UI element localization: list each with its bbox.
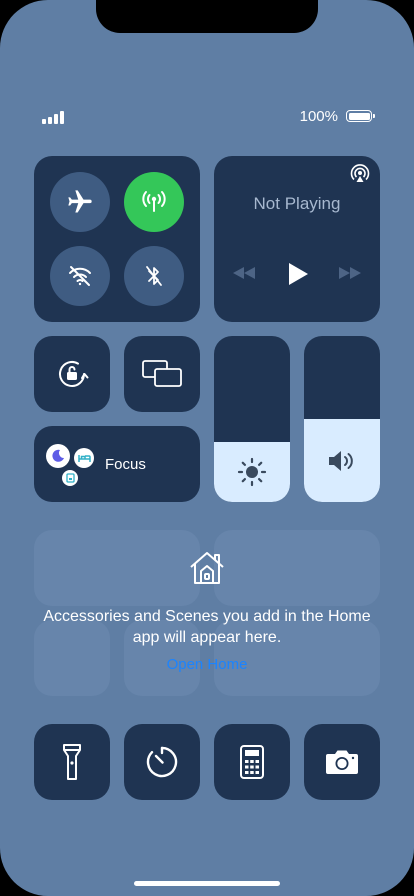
flashlight-icon <box>63 744 81 780</box>
rewind-icon[interactable] <box>232 266 256 280</box>
calculator-icon <box>240 745 264 779</box>
bluetooth-off-icon <box>146 266 162 286</box>
focus-label: Focus <box>105 456 146 473</box>
antenna-icon <box>142 191 166 212</box>
brightness-fill <box>214 442 290 502</box>
camera-button[interactable] <box>304 724 380 800</box>
brightness-slider[interactable] <box>214 336 290 502</box>
notch <box>96 0 318 33</box>
brightness-icon <box>237 458 267 487</box>
home-indicator[interactable] <box>134 881 280 886</box>
cellular-data-button[interactable] <box>124 172 184 232</box>
camera-icon <box>326 750 358 774</box>
calculator-button[interactable] <box>214 724 290 800</box>
open-home-link[interactable]: Open Home <box>34 656 380 673</box>
bluetooth-button[interactable] <box>124 246 184 306</box>
volume-slider[interactable] <box>304 336 380 502</box>
speaker-icon <box>329 450 353 471</box>
flashlight-button[interactable] <box>34 724 110 800</box>
battery-icon <box>346 110 375 122</box>
orientation-lock-button[interactable] <box>34 336 110 412</box>
home-icon <box>190 552 224 584</box>
connectivity-module <box>34 156 200 322</box>
focus-button[interactable]: Focus <box>34 426 200 502</box>
screen-mirroring-icon <box>142 360 182 387</box>
home-placeholder-tile <box>214 530 380 606</box>
fast-forward-icon[interactable] <box>338 266 362 280</box>
airplay-icon[interactable] <box>350 164 370 184</box>
now-playing-title: Not Playing <box>253 194 341 213</box>
volume-fill <box>304 419 380 502</box>
battery-percentage: 100% <box>299 108 338 125</box>
wifi-off-icon <box>69 266 91 286</box>
badge-icon <box>62 470 78 486</box>
wifi-button[interactable] <box>50 246 110 306</box>
orientation-lock-icon <box>59 361 89 387</box>
airplane-icon <box>68 190 92 213</box>
bed-icon <box>74 448 94 468</box>
control-center: 100% Not Playing Focus Accessories and S… <box>0 0 414 896</box>
timer-button[interactable] <box>124 724 200 800</box>
play-icon[interactable] <box>287 262 309 286</box>
now-playing-module: Not Playing <box>214 156 380 322</box>
airplane-mode-button[interactable] <box>50 172 110 232</box>
screen-mirroring-button[interactable] <box>124 336 200 412</box>
home-placeholder-tile <box>34 530 200 606</box>
timer-icon <box>146 746 178 778</box>
home-empty-message: Accessories and Scenes you add in the Ho… <box>43 608 371 646</box>
cellular-signal-icon <box>42 108 64 124</box>
moon-icon <box>46 444 70 468</box>
